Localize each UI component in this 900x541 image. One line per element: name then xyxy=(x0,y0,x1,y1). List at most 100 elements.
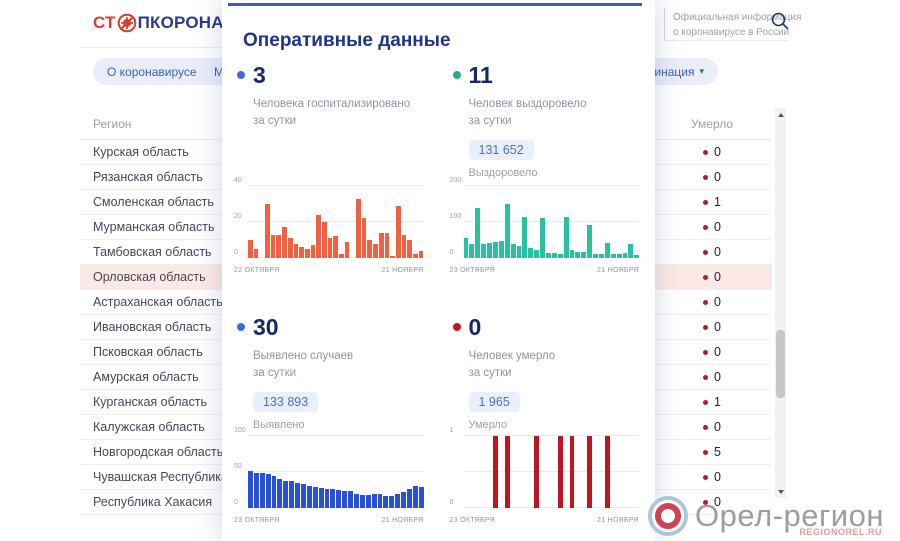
bar xyxy=(306,485,312,508)
stat-detected: 30 Выявлено случаев за сутки 133 893 Выя… xyxy=(234,312,426,431)
bar xyxy=(271,476,277,508)
deaths-cell: 0 xyxy=(652,145,772,159)
y-tick-label: 0 xyxy=(234,499,238,506)
bar xyxy=(534,436,540,508)
y-tick-label: 0 xyxy=(234,249,238,256)
bar xyxy=(276,234,282,258)
bar xyxy=(304,249,310,258)
stat-recovered: 11 Человек выздоровело за сутки 131 652 … xyxy=(450,60,642,179)
bar xyxy=(253,249,259,258)
bar xyxy=(610,254,616,258)
bar xyxy=(336,490,342,508)
bar xyxy=(283,480,289,508)
bar xyxy=(510,243,516,258)
bar xyxy=(622,253,628,258)
red-dot-icon xyxy=(703,199,709,205)
bar xyxy=(389,495,395,508)
bar xyxy=(299,247,304,258)
stat-label: Человек выздоровело за сутки xyxy=(468,98,587,128)
stat-deaths: 0 Человек умерло за сутки 1 965 Умерло xyxy=(450,312,642,431)
bar xyxy=(528,247,534,258)
bar xyxy=(516,246,522,258)
watermark-logo-icon xyxy=(648,496,688,536)
deaths-value: 1 xyxy=(714,195,721,209)
stat-value: 3 xyxy=(253,62,266,88)
bar xyxy=(412,254,418,258)
bar xyxy=(277,479,283,508)
y-tick-label: 0 xyxy=(449,499,454,506)
deaths-value: 0 xyxy=(714,245,721,259)
bar xyxy=(418,250,424,258)
deaths-cell: 5 xyxy=(652,445,772,459)
scrollbar-thumb[interactable] xyxy=(776,330,785,398)
deaths-value: 0 xyxy=(714,145,721,159)
red-dot-icon xyxy=(703,224,709,230)
x-start-label: 23 ОКТЯБРЯ xyxy=(449,517,496,524)
bar xyxy=(616,254,622,258)
stat-label: Человека госпитализировано за сутки xyxy=(253,98,411,128)
bar xyxy=(557,436,563,508)
bar xyxy=(628,243,634,258)
bar xyxy=(504,204,510,258)
bar xyxy=(356,198,361,258)
bar xyxy=(469,243,475,258)
scroll-up-button[interactable] xyxy=(775,108,786,121)
deaths-value: 0 xyxy=(714,345,721,359)
y-tick-label: 1 xyxy=(449,427,454,434)
deaths-cell: 0 xyxy=(652,220,772,234)
stat-value: 11 xyxy=(468,62,493,88)
bar xyxy=(265,204,270,258)
x-end-label: 21 НОЯБРЯ xyxy=(597,267,639,274)
deaths-value: 0 xyxy=(714,320,721,334)
bar xyxy=(270,234,276,258)
search-icon[interactable] xyxy=(770,11,790,31)
bar xyxy=(492,241,498,258)
bar xyxy=(348,491,354,508)
bar xyxy=(569,250,575,258)
bar xyxy=(248,471,253,508)
deaths-cell: 0 xyxy=(652,470,772,484)
red-dot-icon xyxy=(703,274,709,280)
stat-value: 30 xyxy=(253,314,279,340)
logo-text-prefix: СТ xyxy=(93,13,116,32)
deaths-column-header: Умерло xyxy=(690,117,734,131)
x-end-label: 21 НОЯБРЯ xyxy=(597,517,639,524)
bar xyxy=(333,236,338,258)
x-start-label: 23 ОКТЯБРЯ xyxy=(234,517,280,524)
bar xyxy=(344,241,350,258)
bar xyxy=(287,238,293,258)
table-scrollbar[interactable] xyxy=(775,108,786,498)
bar xyxy=(540,218,545,258)
stat-dot-icon xyxy=(452,323,461,331)
stats-row-1: 3 Человека госпитализировано за сутки 11… xyxy=(222,60,655,179)
deaths-value: 0 xyxy=(714,370,721,384)
bar xyxy=(295,482,301,508)
red-dot-icon xyxy=(703,249,709,255)
bar xyxy=(407,240,412,258)
modal-top-accent xyxy=(228,3,642,6)
deaths-cell: 0 xyxy=(652,245,772,259)
bar xyxy=(339,254,344,258)
red-dot-icon xyxy=(703,324,709,330)
red-dot-icon xyxy=(703,349,709,355)
bar xyxy=(587,436,593,508)
watermark: Орел-регион REGIONOREL.RU xyxy=(648,496,884,537)
bar xyxy=(324,489,330,508)
y-tick-label: 0 xyxy=(449,249,454,256)
deaths-cell: 1 xyxy=(652,395,772,409)
bar xyxy=(481,243,487,258)
bar xyxy=(604,436,610,508)
stat-label: Человек умерло за сутки xyxy=(468,350,556,380)
bar xyxy=(378,232,384,258)
bar xyxy=(492,436,498,508)
bar xyxy=(359,495,365,508)
bar xyxy=(384,232,390,258)
red-dot-icon xyxy=(703,149,709,155)
deaths-value: 0 xyxy=(714,170,721,184)
stat-total-chip: 133 893 xyxy=(253,391,319,412)
chevron-down-icon: ▾ xyxy=(699,66,704,76)
deaths-value: 1 xyxy=(714,395,721,409)
bar xyxy=(587,224,593,258)
bar xyxy=(563,217,569,258)
charts-row-1: 0 20 40 22 ОКТЯБРЯ 21 НОЯБРЯ 0 100 200 23 ОКТЯБ… xyxy=(222,176,655,276)
